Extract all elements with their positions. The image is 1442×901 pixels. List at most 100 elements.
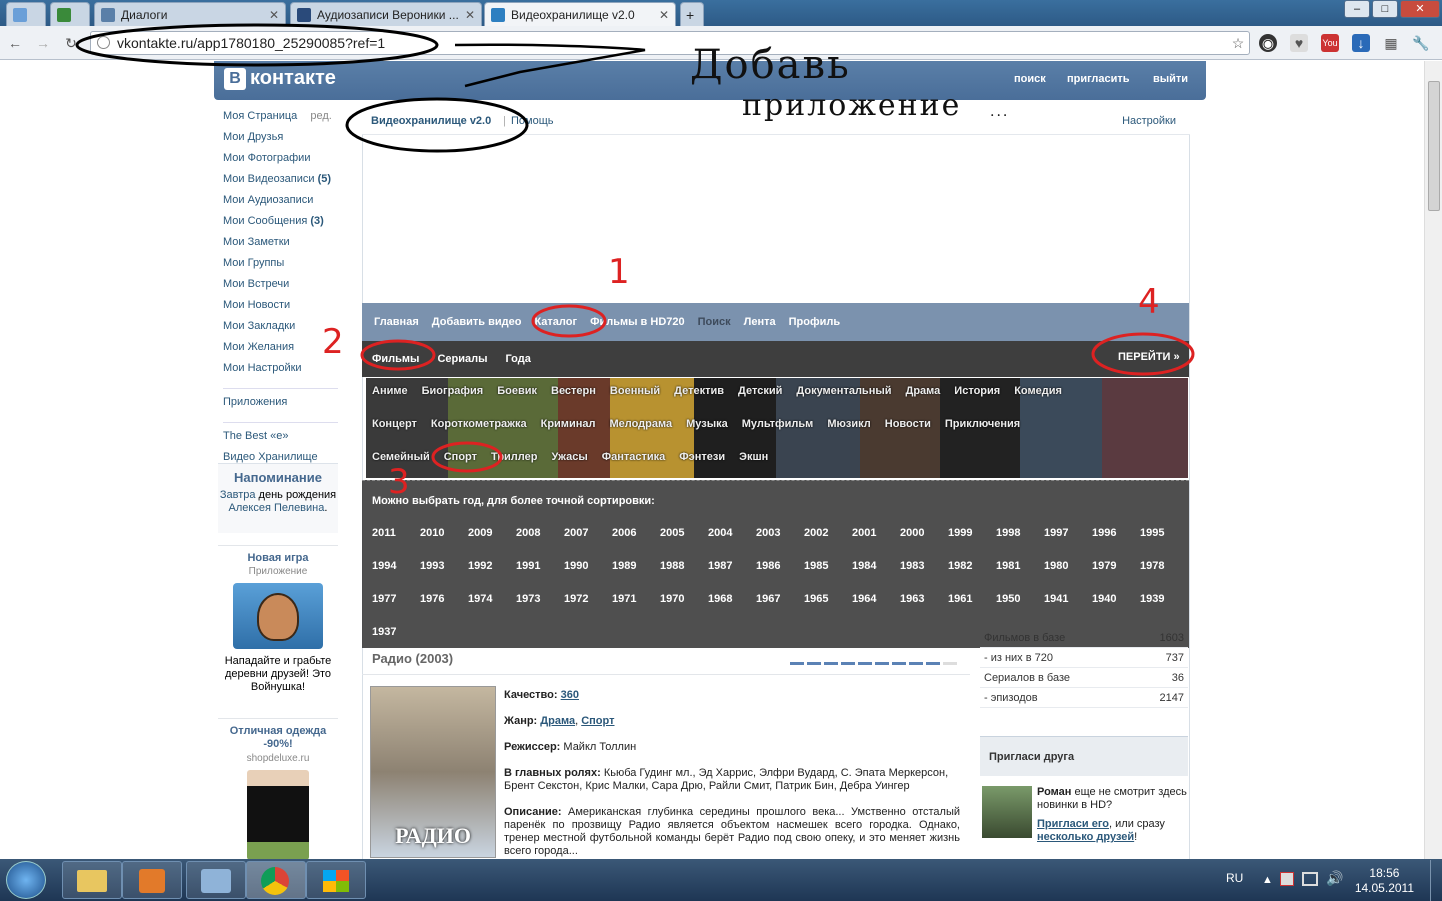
year-link[interactable]: 1967 (756, 593, 804, 605)
genre-item[interactable]: Вестерн (551, 385, 596, 397)
browser-tab-dialogs[interactable]: Диалоги ✕ (94, 2, 286, 26)
genre-item[interactable]: Короткометражка (431, 418, 527, 430)
year-link[interactable]: 1983 (900, 560, 948, 572)
genre-item[interactable]: Аниме (372, 385, 408, 397)
year-link[interactable]: 1987 (708, 560, 756, 572)
menu-events[interactable]: Мои Встречи (223, 277, 338, 298)
genre-item[interactable]: Документальный (796, 385, 891, 397)
year-link[interactable]: 1984 (852, 560, 900, 572)
year-link[interactable]: 1990 (564, 560, 612, 572)
year-link[interactable]: 1968 (708, 593, 756, 605)
year-link[interactable]: 1977 (372, 593, 420, 605)
year-link[interactable]: 1999 (948, 527, 996, 539)
nav-add-video[interactable]: Добавить видео (432, 316, 522, 328)
ad-clothes-image[interactable] (247, 770, 309, 860)
year-link[interactable]: 1964 (852, 593, 900, 605)
menu-app-the-best[interactable]: The Best «e» (223, 429, 338, 450)
year-link[interactable]: 1972 (564, 593, 612, 605)
subnav-series[interactable]: Сериалы (437, 353, 487, 365)
year-link[interactable]: 1997 (1044, 527, 1092, 539)
year-link[interactable]: 2003 (756, 527, 804, 539)
scrollbar[interactable] (1424, 61, 1442, 859)
ad-clothes[interactable]: Отличная одежда -90%! shopdeluxe.ru (218, 718, 338, 860)
browser-tab-pinned-1[interactable] (6, 2, 46, 26)
download-icon[interactable]: ↓ (1352, 34, 1370, 52)
close-icon[interactable]: ✕ (659, 8, 669, 22)
year-link[interactable]: 1982 (948, 560, 996, 572)
nav-profile[interactable]: Профиль (789, 316, 840, 328)
wrench-icon[interactable]: 🔧 (1412, 34, 1430, 52)
tray-flag-icon[interactable] (1280, 872, 1294, 886)
taskbar-clock[interactable]: 18:56 14.05.2011 (1355, 866, 1414, 896)
year-link[interactable]: 1970 (660, 593, 708, 605)
back-icon[interactable]: ← (6, 34, 24, 52)
header-link-invite[interactable]: пригласить (1067, 73, 1130, 85)
year-link[interactable]: 1986 (756, 560, 804, 572)
menu-settings[interactable]: Мои Настройки (223, 361, 338, 382)
taskbar-windows[interactable] (306, 861, 366, 899)
year-link[interactable]: 2000 (900, 527, 948, 539)
reminder-link[interactable]: Завтра (220, 489, 256, 501)
genre-item[interactable]: Фэнтези (679, 451, 725, 463)
year-link[interactable]: 1941 (1044, 593, 1092, 605)
genre-item[interactable]: Концерт (372, 418, 417, 430)
year-link[interactable]: 1994 (372, 560, 420, 572)
taskbar-chrome[interactable] (246, 861, 306, 899)
year-link[interactable]: 1995 (1140, 527, 1188, 539)
genre-item[interactable]: Детектив (674, 385, 724, 397)
year-link[interactable]: 2005 (660, 527, 708, 539)
year-link[interactable]: 2008 (516, 527, 564, 539)
year-link[interactable]: 2002 (804, 527, 852, 539)
year-link[interactable]: 1963 (900, 593, 948, 605)
subnav-films[interactable]: Фильмы (372, 353, 419, 365)
genre-item[interactable]: Музыка (686, 418, 728, 430)
year-link[interactable]: 1937 (372, 626, 420, 638)
friend-avatar[interactable] (982, 786, 1032, 838)
scrollbar-thumb[interactable] (1428, 81, 1440, 211)
minimize-icon[interactable]: – (1344, 0, 1370, 18)
nav-search[interactable]: Поиск (698, 316, 731, 328)
invite-him-link[interactable]: Пригласи его (1037, 818, 1109, 830)
header-link-logout[interactable]: выйти (1153, 73, 1188, 85)
youtube-icon[interactable]: You (1321, 34, 1339, 52)
tray-network-icon[interactable] (1302, 872, 1318, 886)
menu-bookmarks[interactable]: Мои Закладки (223, 319, 338, 340)
year-link[interactable]: 1939 (1140, 593, 1188, 605)
genre-item[interactable]: История (954, 385, 1000, 397)
year-link[interactable]: 2001 (852, 527, 900, 539)
browser-tab-video-storage[interactable]: Видеохранилище v2.0 ✕ (484, 2, 676, 26)
menu-videos[interactable]: Мои Видеозаписи (5) (223, 172, 338, 193)
genre-item[interactable]: Триллер (491, 451, 537, 463)
year-link[interactable]: 1996 (1092, 527, 1140, 539)
year-link[interactable]: 1976 (420, 593, 468, 605)
app-help-link[interactable]: Помощь (511, 115, 554, 127)
maximize-icon[interactable]: □ (1372, 0, 1398, 18)
genre-item[interactable]: Ужасы (551, 451, 587, 463)
nav-catalog[interactable]: Каталог (534, 316, 577, 328)
close-window-icon[interactable]: ✕ (1400, 0, 1440, 18)
menu-friends[interactable]: Мои Друзья (223, 130, 338, 151)
menu-wishes[interactable]: Мои Желания (223, 340, 338, 361)
year-link[interactable]: 1989 (612, 560, 660, 572)
menu-news[interactable]: Мои Новости (223, 298, 338, 319)
menu-audio[interactable]: Мои Аудиозаписи (223, 193, 338, 214)
bookmark-star-icon[interactable]: ☆ (1229, 34, 1247, 52)
year-link[interactable]: 1940 (1092, 593, 1140, 605)
menu-applications[interactable]: Приложения (223, 395, 338, 416)
genre-item[interactable]: Комедия (1014, 385, 1062, 397)
tray-arrow-icon[interactable]: ▲ (1262, 874, 1273, 886)
subnav-years[interactable]: Года (505, 353, 530, 365)
invite-several-link[interactable]: несколько друзей (1037, 831, 1134, 843)
genre-link-sport[interactable]: Спорт (581, 715, 614, 727)
genre-item[interactable]: Драма (906, 385, 941, 397)
menu-my-page[interactable]: Моя Страница ред. (223, 109, 338, 130)
close-icon[interactable]: ✕ (269, 8, 279, 22)
year-link[interactable]: 1985 (804, 560, 852, 572)
taskbar-app[interactable] (186, 861, 246, 899)
menu-photos[interactable]: Мои Фотографии (223, 151, 338, 172)
quality-link[interactable]: 360 (561, 689, 579, 701)
nav-hd720[interactable]: Фильмы в HD720 (590, 316, 685, 328)
year-link[interactable]: 1993 (420, 560, 468, 572)
extension-icon[interactable]: ♥ (1290, 34, 1308, 52)
taskbar-media[interactable] (122, 861, 182, 899)
